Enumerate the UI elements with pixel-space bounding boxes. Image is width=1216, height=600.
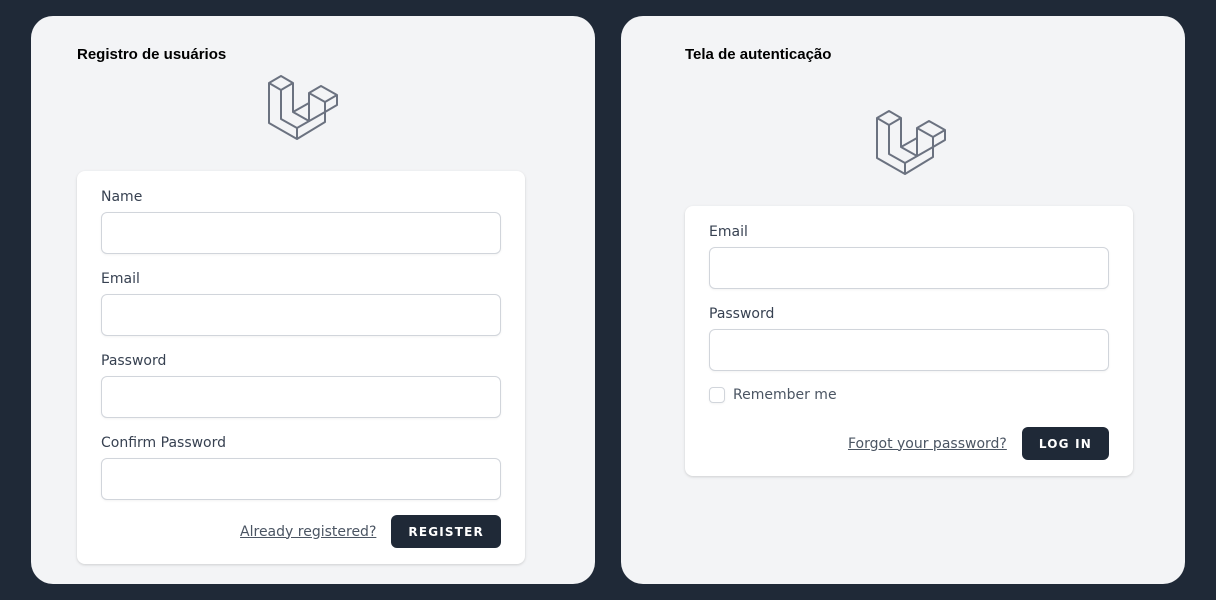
email-label: Email	[101, 271, 140, 287]
login-page-title: Tela de autenticação	[685, 46, 832, 63]
password-field-group: Password	[101, 351, 501, 418]
login-button[interactable]: LOG IN	[1021, 427, 1109, 460]
remember-me-group[interactable]: Remember me	[709, 387, 837, 403]
login-form-card: Email Password Remember me Forgot your p…	[685, 206, 1133, 476]
login-email-label: Email	[709, 224, 748, 240]
login-email-field-group: Email	[709, 222, 1109, 289]
login-panel: Tela de autenticação Email Password Reme…	[621, 16, 1185, 584]
register-panel: Registro de usuários Name Email Password…	[31, 16, 595, 584]
password-label: Password	[101, 353, 167, 369]
remember-me-label: Remember me	[733, 387, 837, 403]
email-field-group: Email	[101, 269, 501, 336]
register-form-card: Name Email Password Confirm Password Alr…	[77, 171, 525, 564]
register-button[interactable]: REGISTER	[391, 515, 501, 548]
remember-me-checkbox[interactable]	[709, 387, 725, 403]
login-email-input[interactable]	[709, 247, 1109, 289]
login-password-input[interactable]	[709, 329, 1109, 371]
confirm-password-field-group: Confirm Password	[101, 433, 501, 500]
name-label: Name	[101, 189, 143, 205]
login-password-label: Password	[709, 306, 775, 322]
login-password-field-group: Password	[709, 304, 1109, 371]
forgot-password-link[interactable]: Forgot your password?	[848, 436, 1007, 452]
confirm-password-label: Confirm Password	[101, 435, 227, 451]
register-actions: Already registered? REGISTER	[240, 515, 501, 548]
laravel-logo-icon	[876, 110, 946, 175]
password-input[interactable]	[101, 376, 501, 418]
laravel-logo-icon	[268, 75, 338, 140]
name-input[interactable]	[101, 212, 501, 254]
register-page-title: Registro de usuários	[77, 46, 227, 63]
confirm-password-input[interactable]	[101, 458, 501, 500]
already-registered-link[interactable]: Already registered?	[240, 524, 376, 540]
name-field-group: Name	[101, 187, 501, 254]
login-actions: Forgot your password? LOG IN	[848, 427, 1109, 460]
email-input[interactable]	[101, 294, 501, 336]
